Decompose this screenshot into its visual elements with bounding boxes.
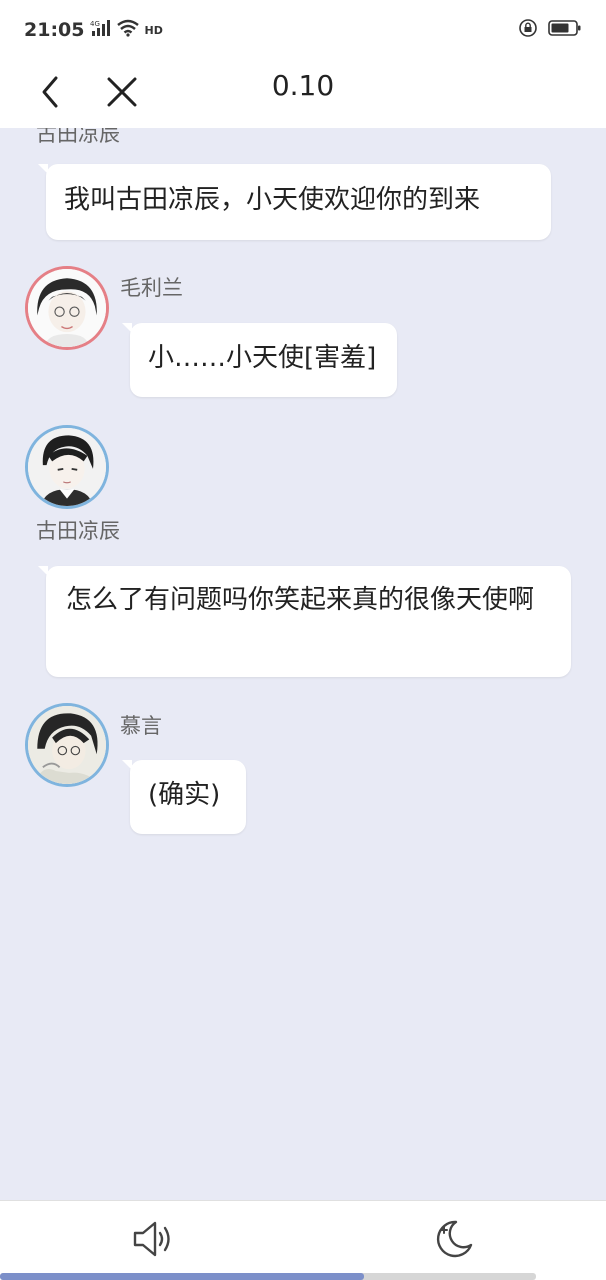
chat-area[interactable]: 古田凉辰 我叫古田凉辰，小天使欢迎你的到来 毛利兰 小……小天使[害羞] 古田凉…: [0, 128, 606, 1200]
signal-icon: 4G: [90, 19, 112, 42]
speaker-button[interactable]: [128, 1215, 176, 1263]
chevron-left-icon: [38, 74, 62, 114]
bottom-toolbar: [0, 1200, 606, 1280]
back-button[interactable]: [30, 70, 70, 118]
message-sender: 慕言: [120, 714, 162, 738]
page-title: 0.10: [271, 69, 335, 102]
moon-icon: [430, 1220, 478, 1267]
reading-progress-bar[interactable]: [0, 1273, 536, 1280]
message-bubble[interactable]: 小……小天使[害羞]: [122, 323, 397, 397]
message-text: (确实): [148, 780, 221, 810]
message-text: 小……小天使[害羞]: [148, 343, 377, 373]
message-bubble[interactable]: 我叫古田凉辰，小天使欢迎你的到来: [38, 164, 551, 240]
status-time: 21:05: [24, 19, 85, 41]
status-bar: 21:05 4G HD: [0, 0, 606, 60]
message-sender: 古田凉辰: [36, 519, 120, 543]
reading-progress-fill: [0, 1273, 365, 1280]
message-bubble[interactable]: 怎么了有问题吗你笑起来真的很像天使啊: [38, 566, 571, 677]
close-button[interactable]: [100, 70, 144, 118]
night-mode-button[interactable]: [430, 1215, 478, 1263]
battery-icon: [548, 19, 582, 42]
avatar[interactable]: [25, 703, 109, 787]
close-icon: [105, 75, 139, 113]
wifi-icon: [116, 19, 140, 42]
speaker-icon: [128, 1221, 176, 1267]
message-bubble[interactable]: (确实): [122, 760, 246, 834]
lock-rotation-icon: [518, 18, 538, 43]
message-text: 怎么了有问题吗你笑起来真的很像天使啊: [66, 585, 535, 615]
hd-label: HD: [144, 23, 163, 37]
message-text: 我叫古田凉辰，小天使欢迎你的到来: [64, 185, 481, 215]
message-sender: 毛利兰: [120, 276, 183, 300]
avatar[interactable]: [25, 266, 109, 350]
message-sender: 古田凉辰: [36, 128, 120, 146]
avatar[interactable]: [25, 425, 109, 509]
network-label: 4G: [90, 20, 100, 28]
nav-bar: 0.10: [0, 60, 606, 128]
